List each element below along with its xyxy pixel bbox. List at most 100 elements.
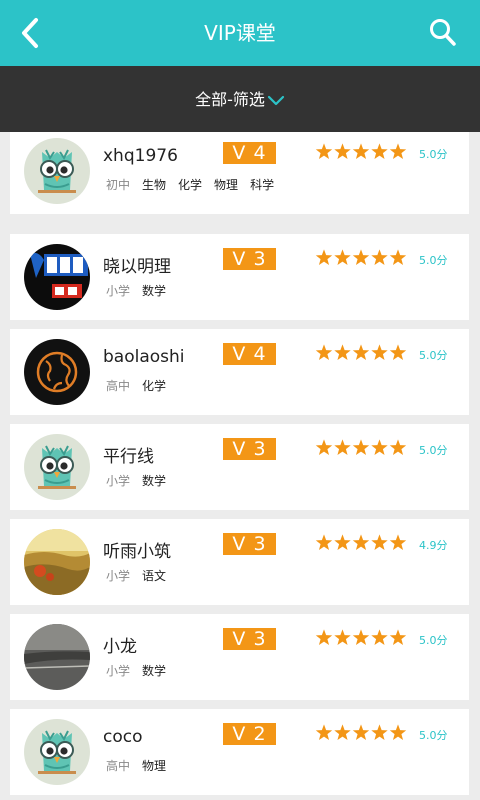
- star-icon: [352, 143, 370, 159]
- tag-row: 小学 数学: [106, 280, 178, 299]
- teacher-list[interactable]: xhq1976 V 4 5.0分 初中 生物 化学 物理 科学 晓以明理 V 3 5.0分 小学 数学 b…: [0, 132, 480, 800]
- tag-row: 高中 物理: [106, 755, 178, 774]
- teacher-card[interactable]: coco V 2 5.0分 高中 物理: [10, 709, 469, 795]
- star-icon: [315, 439, 333, 455]
- teacher-name: 听雨小筑: [103, 542, 171, 562]
- avatar[interactable]: [24, 138, 90, 204]
- star-icon: [352, 249, 370, 265]
- grade-tag: 小学: [106, 569, 131, 583]
- tag-row: 小学 语文: [106, 565, 178, 584]
- avatar[interactable]: [24, 624, 90, 690]
- subject-tag: 数学: [142, 664, 167, 678]
- filter-bar: 全部-筛选: [0, 66, 480, 132]
- subject-tag: 科学: [250, 178, 275, 192]
- chevron-down-icon: [267, 95, 284, 105]
- subject-tag: 数学: [142, 284, 167, 298]
- subject-tag: 语文: [142, 569, 167, 583]
- teacher-name: 平行线: [103, 447, 154, 467]
- rating-score: 5.0分: [419, 148, 448, 161]
- star-rating: [315, 724, 407, 740]
- star-icon: [389, 344, 407, 360]
- star-icon: [352, 724, 370, 740]
- rating-score: 5.0分: [419, 634, 448, 647]
- search-button[interactable]: [426, 16, 460, 50]
- star-icon: [371, 249, 388, 265]
- star-icon: [334, 439, 351, 455]
- tag-row: 初中 生物 化学 物理 科学: [106, 174, 286, 193]
- rating-score: 5.0分: [419, 349, 448, 362]
- star-icon: [334, 344, 351, 360]
- teacher-name: 晓以明理: [103, 257, 171, 277]
- filter-dropdown[interactable]: 全部-筛选: [0, 66, 480, 132]
- star-icon: [315, 724, 333, 740]
- avatar[interactable]: [24, 719, 90, 785]
- page-title: VIP课堂: [204, 21, 276, 45]
- subject-tag: 物理: [214, 178, 239, 192]
- tag-row: 高中 化学: [106, 375, 178, 394]
- grade-tag: 高中: [106, 759, 131, 773]
- vip-level-badge: V 3: [223, 533, 276, 555]
- star-rating: [315, 249, 407, 265]
- star-icon: [389, 629, 407, 645]
- avatar[interactable]: [24, 434, 90, 500]
- teacher-card[interactable]: 平行线 V 3 5.0分小学 数学: [10, 424, 469, 510]
- star-icon: [334, 724, 351, 740]
- teacher-card[interactable]: 听雨小筑 V 3 4.9分小学 语文: [10, 519, 469, 605]
- star-icon: [334, 249, 351, 265]
- avatar[interactable]: [24, 529, 90, 595]
- star-icon: [352, 344, 370, 360]
- teacher-card[interactable]: xhq1976 V 4 5.0分初中 生物 化学 物理 科学: [10, 132, 469, 214]
- rating-score: 4.9分: [419, 539, 448, 552]
- grade-tag: 小学: [106, 664, 131, 678]
- star-icon: [315, 534, 333, 550]
- grade-tag: 小学: [106, 474, 131, 488]
- grade-tag: 小学: [106, 284, 131, 298]
- rating-score: 5.0分: [419, 729, 448, 742]
- star-icon: [371, 439, 388, 455]
- star-icon: [352, 629, 370, 645]
- vip-level-badge: V 2: [223, 723, 276, 745]
- teacher-card[interactable]: 晓以明理 V 3 5.0分小学 数学: [10, 234, 469, 320]
- teacher-card[interactable]: baolaoshi V 4 5.0分高中 化学: [10, 329, 469, 415]
- vip-level-badge: V 3: [223, 248, 276, 270]
- teacher-name: xhq1976: [103, 146, 178, 166]
- star-icon: [389, 534, 407, 550]
- subject-tag: 化学: [178, 178, 203, 192]
- star-icon: [334, 629, 351, 645]
- star-icon: [371, 143, 388, 159]
- search-icon: [430, 19, 456, 46]
- grade-tag: 高中: [106, 379, 131, 393]
- avatar[interactable]: [24, 244, 90, 310]
- tag-row: 小学 数学: [106, 470, 178, 489]
- star-rating: [315, 534, 407, 550]
- star-rating: [315, 629, 407, 645]
- star-rating: [315, 439, 407, 455]
- star-icon: [389, 249, 407, 265]
- star-icon: [352, 534, 370, 550]
- star-rating: [315, 143, 407, 159]
- tag-row: 小学 数学: [106, 660, 178, 679]
- subject-tag: 生物: [142, 178, 167, 192]
- filter-label: 全部-筛选: [195, 90, 265, 109]
- rating-score: 5.0分: [419, 254, 448, 267]
- vip-level-badge: V 3: [223, 628, 276, 650]
- subject-tag: 化学: [142, 379, 167, 393]
- star-icon: [315, 629, 333, 645]
- teacher-card[interactable]: 小龙 V 3 5.0分小学 数学: [10, 614, 469, 700]
- teacher-name: 小龙: [103, 637, 137, 657]
- star-icon: [371, 629, 388, 645]
- star-icon: [371, 534, 388, 550]
- star-rating: [315, 344, 407, 360]
- teacher-name: baolaoshi: [103, 347, 185, 367]
- star-icon: [389, 143, 407, 159]
- vip-level-badge: V 4: [223, 142, 276, 164]
- top-bar: VIP课堂: [0, 0, 480, 66]
- subject-tag: 物理: [142, 759, 167, 773]
- star-icon: [315, 143, 333, 159]
- rating-score: 5.0分: [419, 444, 448, 457]
- star-icon: [352, 439, 370, 455]
- avatar[interactable]: [24, 339, 90, 405]
- vip-level-badge: V 4: [223, 343, 276, 365]
- vip-level-badge: V 3: [223, 438, 276, 460]
- star-icon: [371, 724, 388, 740]
